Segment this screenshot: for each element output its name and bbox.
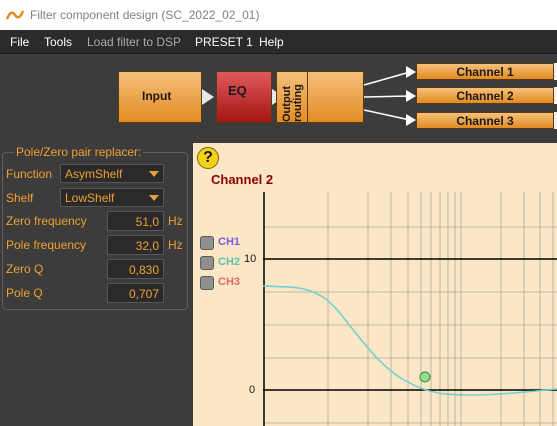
- zero-frequency-field[interactable]: 51,0: [107, 211, 164, 231]
- channel-3-button[interactable]: Channel 3: [416, 112, 554, 129]
- shelf-label: Shelf: [6, 191, 34, 205]
- menu-help[interactable]: Help: [259, 35, 284, 49]
- routing-divider: [307, 72, 308, 122]
- zero-q-field[interactable]: 0,830: [107, 259, 164, 279]
- pole-q-label: Pole Q: [6, 286, 43, 300]
- pole-frequency-label: Pole frequency: [6, 238, 87, 252]
- plot-grid: [263, 192, 557, 426]
- checkbox-icon: [200, 236, 214, 250]
- group-title: Pole/Zero pair replacer:: [14, 145, 144, 159]
- zero-q-label: Zero Q: [6, 262, 44, 276]
- eq-label: EQ: [228, 83, 247, 98]
- menu-bar: File Tools Load filter to DSP PRESET 1 H…: [0, 30, 557, 54]
- left-panel: Pole/Zero pair replacer: Function AsymSh…: [0, 140, 192, 426]
- checkbox-icon: [200, 276, 214, 290]
- arrow-icon: [406, 90, 416, 102]
- shelf-value: LowShelf: [65, 191, 115, 205]
- graph-title: Channel 2: [211, 172, 274, 187]
- menu-preset[interactable]: PRESET 1: [195, 35, 253, 49]
- function-label: Function: [6, 167, 53, 181]
- arrow-icon: [202, 89, 214, 105]
- chevron-down-icon: [149, 195, 159, 201]
- frequency-plot[interactable]: [263, 192, 557, 426]
- function-select[interactable]: AsymShelf: [60, 164, 164, 183]
- function-value: AsymShelf: [65, 167, 123, 181]
- arrow-icon: [406, 66, 416, 78]
- chevron-down-icon: [149, 171, 159, 177]
- ch2-response-curve: [263, 285, 557, 396]
- menu-file[interactable]: File: [10, 35, 29, 49]
- help-icon[interactable]: ?: [197, 147, 219, 169]
- channel-2-button[interactable]: Channel 2: [416, 87, 554, 104]
- app-icon: [6, 10, 24, 20]
- zero-frequency-unit: Hz: [168, 214, 183, 228]
- signal-flow: Input EQ Output routing Channel 1 Channe…: [0, 55, 557, 140]
- menu-load-filter: Load filter to DSP: [87, 35, 182, 49]
- checkbox-icon: [200, 256, 214, 270]
- title-bar: Filter component design (SC_2022_02_01): [0, 0, 557, 30]
- shelf-select[interactable]: LowShelf: [60, 188, 164, 207]
- input-block[interactable]: Input: [118, 71, 202, 123]
- pole-frequency-field[interactable]: 32,0: [107, 235, 164, 255]
- output-routing-label: Output routing: [281, 84, 304, 122]
- y-tick-0: 0: [249, 384, 256, 396]
- route-line: [363, 95, 411, 98]
- pole-q-field[interactable]: 0,707: [107, 283, 164, 303]
- legend-ch1-label: CH1: [218, 236, 241, 248]
- arrow-icon: [406, 114, 416, 126]
- channel-1-button[interactable]: Channel 1: [416, 63, 554, 80]
- legend-ch2-label: CH2: [218, 256, 241, 268]
- input-label: Input: [142, 89, 172, 103]
- route-line: [363, 109, 411, 121]
- zero-frequency-label: Zero frequency: [6, 214, 87, 228]
- pole-frequency-unit: Hz: [168, 238, 183, 252]
- eq-block[interactable]: EQ: [216, 71, 272, 123]
- route-line: [363, 71, 411, 86]
- window-title: Filter component design (SC_2022_02_01): [30, 8, 260, 22]
- legend-ch3-label: CH3: [218, 276, 241, 288]
- output-routing-block[interactable]: Output routing: [276, 71, 364, 123]
- menu-tools[interactable]: Tools: [44, 35, 72, 49]
- pole-zero-handle[interactable]: [419, 371, 431, 383]
- y-tick-10: 10: [244, 253, 257, 265]
